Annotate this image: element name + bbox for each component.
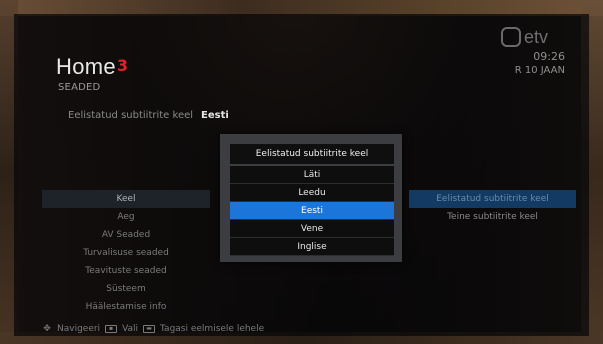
submenu-item-preferred-subtitle[interactable]: Eelistatud subtiitrite keel bbox=[409, 190, 576, 208]
menu-item-aeg[interactable]: Aeg bbox=[42, 208, 210, 226]
footer-hints: ✥ Navigeeri ▪ Vali ▬ Tagasi eelmisele le… bbox=[42, 324, 264, 334]
navigate-arrows-icon: ✥ bbox=[43, 324, 51, 334]
svg-text:etv: etv bbox=[524, 27, 548, 47]
submenu-panel: Eelistatud subtiitrite keel Teine subtii… bbox=[409, 190, 576, 226]
menu-item-av-seaded[interactable]: AV Seaded bbox=[42, 226, 210, 244]
ok-key-icon: ▪ bbox=[105, 325, 118, 333]
option-vene[interactable]: Vene bbox=[230, 220, 394, 238]
option-lati[interactable]: Läti bbox=[230, 166, 394, 184]
home-title-text: Home bbox=[56, 54, 116, 79]
page-title: Home3 bbox=[56, 54, 128, 80]
tv-screen: Home3 SEADED etv 09:26 R 10 JAAN Eelista… bbox=[0, 0, 603, 344]
language-options: Läti Leedu Eesti Vene Inglise bbox=[230, 166, 394, 256]
select-hint: Vali bbox=[122, 324, 139, 334]
back-hint: Tagasi eelmisele lehele bbox=[160, 324, 265, 334]
clock: 09:26 bbox=[533, 50, 565, 63]
menu-item-teavituste-seaded[interactable]: Teavituste seaded bbox=[42, 262, 210, 280]
menu-item-keel[interactable]: Keel bbox=[42, 190, 210, 208]
date: R 10 JAAN bbox=[514, 65, 565, 76]
dialog-title: Eelistatud subtiitrite keel bbox=[230, 144, 394, 164]
option-leedu[interactable]: Leedu bbox=[230, 184, 394, 202]
menu-item-systeem[interactable]: Süsteem bbox=[42, 280, 210, 298]
page-subtitle: SEADED bbox=[58, 82, 101, 93]
submenu-item-second-subtitle[interactable]: Teine subtiitrite keel bbox=[409, 208, 576, 226]
etv-logo: etv bbox=[501, 27, 548, 47]
language-dialog: Eelistatud subtiitrite keel Läti Leedu E… bbox=[220, 134, 402, 262]
navigate-hint: Navigeeri bbox=[57, 324, 101, 334]
back-key-icon: ▬ bbox=[143, 325, 156, 333]
current-setting: Eelistatud subtiitrite keel Eesti bbox=[68, 110, 229, 121]
menu-item-turvalisuse-seaded[interactable]: Turvalisuse seaded bbox=[42, 244, 210, 262]
current-setting-value: Eesti bbox=[201, 110, 229, 121]
current-setting-label: Eelistatud subtiitrite keel bbox=[68, 110, 194, 121]
home-title-mark: 3 bbox=[116, 56, 129, 75]
option-inglise[interactable]: Inglise bbox=[230, 238, 394, 256]
settings-menu: Keel Aeg AV Seaded Turvalisuse seaded Te… bbox=[42, 190, 210, 316]
menu-item-haalestamise-info[interactable]: Häälestamise info bbox=[42, 298, 210, 316]
option-eesti[interactable]: Eesti bbox=[230, 202, 394, 220]
